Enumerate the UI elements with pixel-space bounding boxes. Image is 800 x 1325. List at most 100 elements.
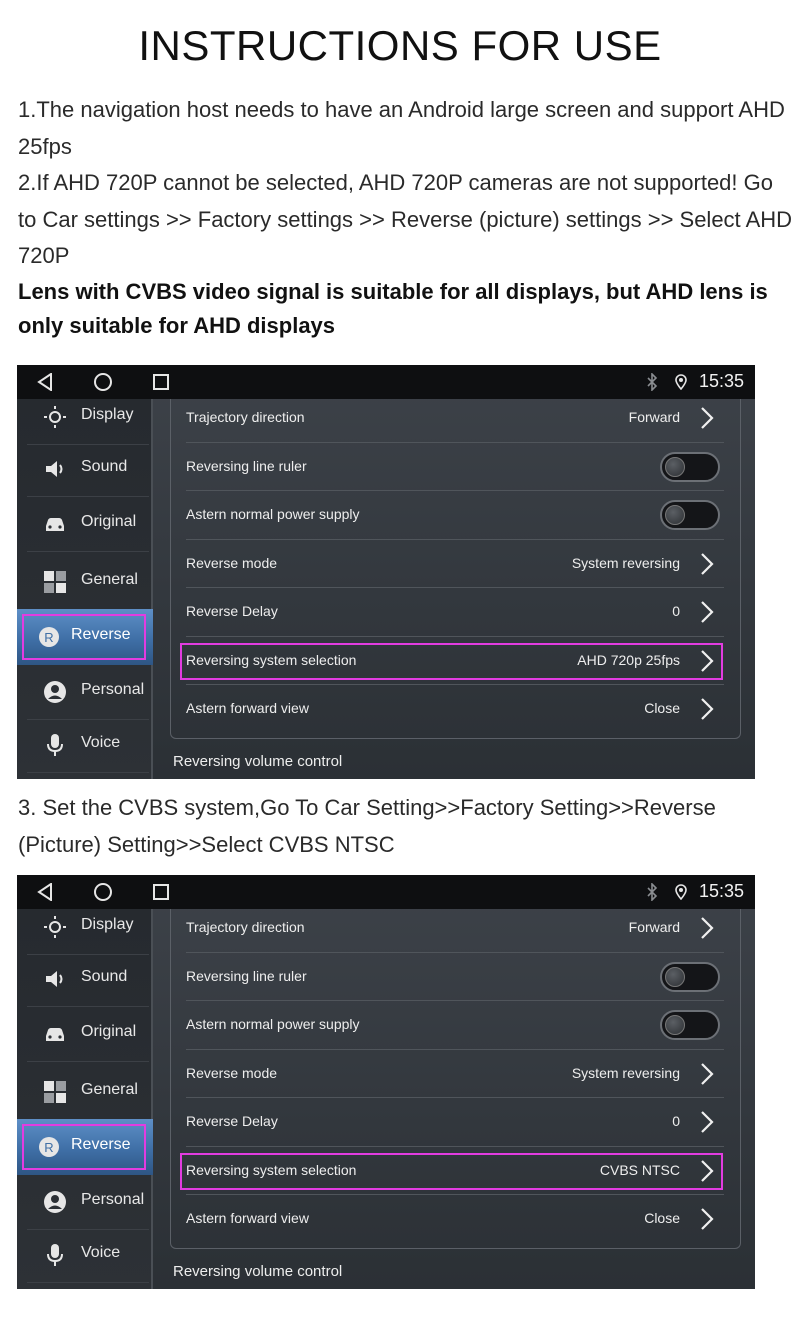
chevron-right-icon bbox=[701, 407, 714, 429]
sidebar-item-label: Display bbox=[81, 406, 134, 423]
chevron-right-icon bbox=[701, 552, 714, 575]
brightness-icon bbox=[44, 406, 66, 428]
row-reverse-mode[interactable]: Reverse mode System reversing bbox=[186, 1050, 724, 1098]
row-reverse-delay[interactable]: Reverse Delay 0 bbox=[186, 1098, 724, 1147]
sidebar-item-label: Voice bbox=[81, 1244, 121, 1261]
divider bbox=[27, 551, 149, 552]
car-icon bbox=[46, 518, 64, 531]
brightness-icon bbox=[44, 916, 66, 938]
row-label: Astern forward view bbox=[186, 1210, 309, 1226]
toggle-knob bbox=[665, 1015, 685, 1035]
row-astern-forward-view[interactable]: Astern forward view Close bbox=[186, 1195, 724, 1244]
chevron-right-icon bbox=[701, 917, 714, 939]
grid-icon bbox=[44, 1081, 66, 1103]
row-label: Reversing system selection bbox=[186, 1161, 357, 1178]
page-title: INSTRUCTIONS FOR USE bbox=[138, 22, 662, 69]
sidebar-item-general[interactable]: General bbox=[27, 1064, 149, 1120]
reversing-volume-label[interactable]: Reversing volume control bbox=[173, 1263, 342, 1280]
microphone-icon bbox=[47, 734, 63, 756]
row-value: System reversing bbox=[571, 1064, 680, 1081]
row-label: Trajectory direction bbox=[186, 409, 305, 425]
sidebar-item-label: Personal bbox=[81, 1191, 145, 1208]
row-value: 0 bbox=[672, 603, 680, 619]
row-astern-power-supply: Astern normal power supply bbox=[186, 1001, 724, 1050]
row-label: Astern normal power supply bbox=[186, 506, 360, 522]
row-label: Reverse mode bbox=[186, 554, 278, 571]
speaker-icon bbox=[46, 971, 63, 987]
sidebar-item-reverse[interactable]: R Reverse bbox=[17, 1119, 153, 1175]
sidebar-item-label: Original bbox=[81, 1023, 137, 1040]
row-label: Reverse Delay bbox=[186, 603, 278, 619]
sidebar-item-general[interactable]: General bbox=[27, 554, 149, 610]
bluetooth-icon bbox=[647, 883, 658, 901]
toggle-switch[interactable] bbox=[660, 500, 720, 530]
row-reversing-line-ruler: Reversing line ruler bbox=[186, 443, 724, 491]
sidebar-item-original[interactable]: Original bbox=[27, 1006, 149, 1062]
highlight-box bbox=[22, 614, 146, 660]
row-reversing-system-selection[interactable]: Reversing system selection AHD 720p 25fp… bbox=[180, 637, 724, 685]
sidebar-item-label: Voice bbox=[81, 734, 121, 751]
sidebar-item-voice[interactable]: Voice bbox=[27, 1227, 149, 1283]
instruction-3: 3. Set the CVBS system,Go To Car Setting… bbox=[18, 795, 716, 857]
toggle-switch[interactable] bbox=[660, 961, 720, 992]
chevron-right-icon bbox=[701, 698, 714, 720]
settings-sidebar: Display Sound Original General R Reverse… bbox=[17, 399, 153, 779]
sidebar-item-sound[interactable]: Sound bbox=[27, 951, 149, 1007]
row-value: Close bbox=[644, 1210, 680, 1226]
row-value: Forward bbox=[628, 409, 680, 425]
settings-sidebar: Display Sound Original General R Reverse… bbox=[17, 909, 153, 1289]
sidebar-item-label: General bbox=[81, 1081, 138, 1098]
row-label: Reverse Delay bbox=[186, 1113, 278, 1129]
toggle-knob bbox=[665, 505, 685, 525]
sidebar-item-label: Sound bbox=[81, 458, 128, 475]
speaker-icon bbox=[46, 461, 63, 477]
sidebar-item-display[interactable]: Display bbox=[27, 899, 149, 955]
bluetooth-icon bbox=[647, 373, 658, 391]
settings-panel: Trajectory direction Forward Reversing l… bbox=[170, 909, 741, 1249]
row-value: Forward bbox=[628, 919, 680, 935]
sidebar-item-personal[interactable]: Personal bbox=[27, 1174, 149, 1230]
row-astern-forward-view[interactable]: Astern forward view Close bbox=[186, 685, 724, 734]
toggle-switch[interactable] bbox=[660, 1010, 720, 1040]
row-reverse-delay[interactable]: Reverse Delay 0 bbox=[186, 588, 724, 637]
location-icon bbox=[675, 374, 687, 390]
chevron-right-icon bbox=[701, 1208, 714, 1230]
sidebar-item-label: Display bbox=[81, 916, 134, 933]
divider bbox=[27, 772, 149, 773]
row-label: Reversing line ruler bbox=[186, 457, 307, 474]
person-icon bbox=[44, 681, 66, 703]
sidebar-item-reverse[interactable]: R Reverse bbox=[17, 609, 153, 665]
recent-apps-icon[interactable] bbox=[153, 884, 169, 900]
row-trajectory-direction[interactable]: Trajectory direction Forward bbox=[186, 904, 724, 953]
grid-icon bbox=[44, 571, 66, 593]
chevron-right-icon bbox=[701, 649, 714, 672]
row-label: Reversing line ruler bbox=[186, 967, 307, 984]
clock: 15:35 bbox=[699, 881, 745, 901]
car-icon bbox=[46, 1028, 64, 1041]
row-value: AHD 720p 25fps bbox=[577, 651, 680, 668]
row-label: Astern forward view bbox=[186, 700, 309, 716]
sidebar-item-personal[interactable]: Personal bbox=[27, 664, 149, 720]
recent-apps-icon[interactable] bbox=[153, 374, 169, 390]
screenshot-1: 15:35 Display Sound Original General R R… bbox=[17, 365, 755, 779]
toggle-switch[interactable] bbox=[660, 451, 720, 482]
row-reverse-mode[interactable]: Reverse mode System reversing bbox=[186, 540, 724, 588]
sidebar-item-sound[interactable]: Sound bbox=[27, 441, 149, 497]
row-trajectory-direction[interactable]: Trajectory direction Forward bbox=[186, 394, 724, 443]
location-icon bbox=[675, 884, 687, 900]
chevron-right-icon bbox=[701, 601, 714, 623]
row-value: 0 bbox=[672, 1113, 680, 1129]
row-reversing-line-ruler: Reversing line ruler bbox=[186, 953, 724, 1001]
divider bbox=[27, 1061, 149, 1062]
row-astern-power-supply: Astern normal power supply bbox=[186, 491, 724, 540]
sidebar-item-display[interactable]: Display bbox=[27, 389, 149, 445]
sidebar-item-voice[interactable]: Voice bbox=[27, 717, 149, 773]
reversing-volume-label[interactable]: Reversing volume control bbox=[173, 753, 342, 770]
sidebar-item-label: Original bbox=[81, 513, 137, 530]
row-label: Trajectory direction bbox=[186, 919, 305, 935]
sidebar-item-label: Personal bbox=[81, 681, 145, 698]
chevron-right-icon bbox=[701, 1159, 714, 1182]
sidebar-item-original[interactable]: Original bbox=[27, 496, 149, 552]
row-reversing-system-selection[interactable]: Reversing system selection CVBS NTSC bbox=[180, 1147, 724, 1195]
chevron-right-icon bbox=[701, 1111, 714, 1133]
